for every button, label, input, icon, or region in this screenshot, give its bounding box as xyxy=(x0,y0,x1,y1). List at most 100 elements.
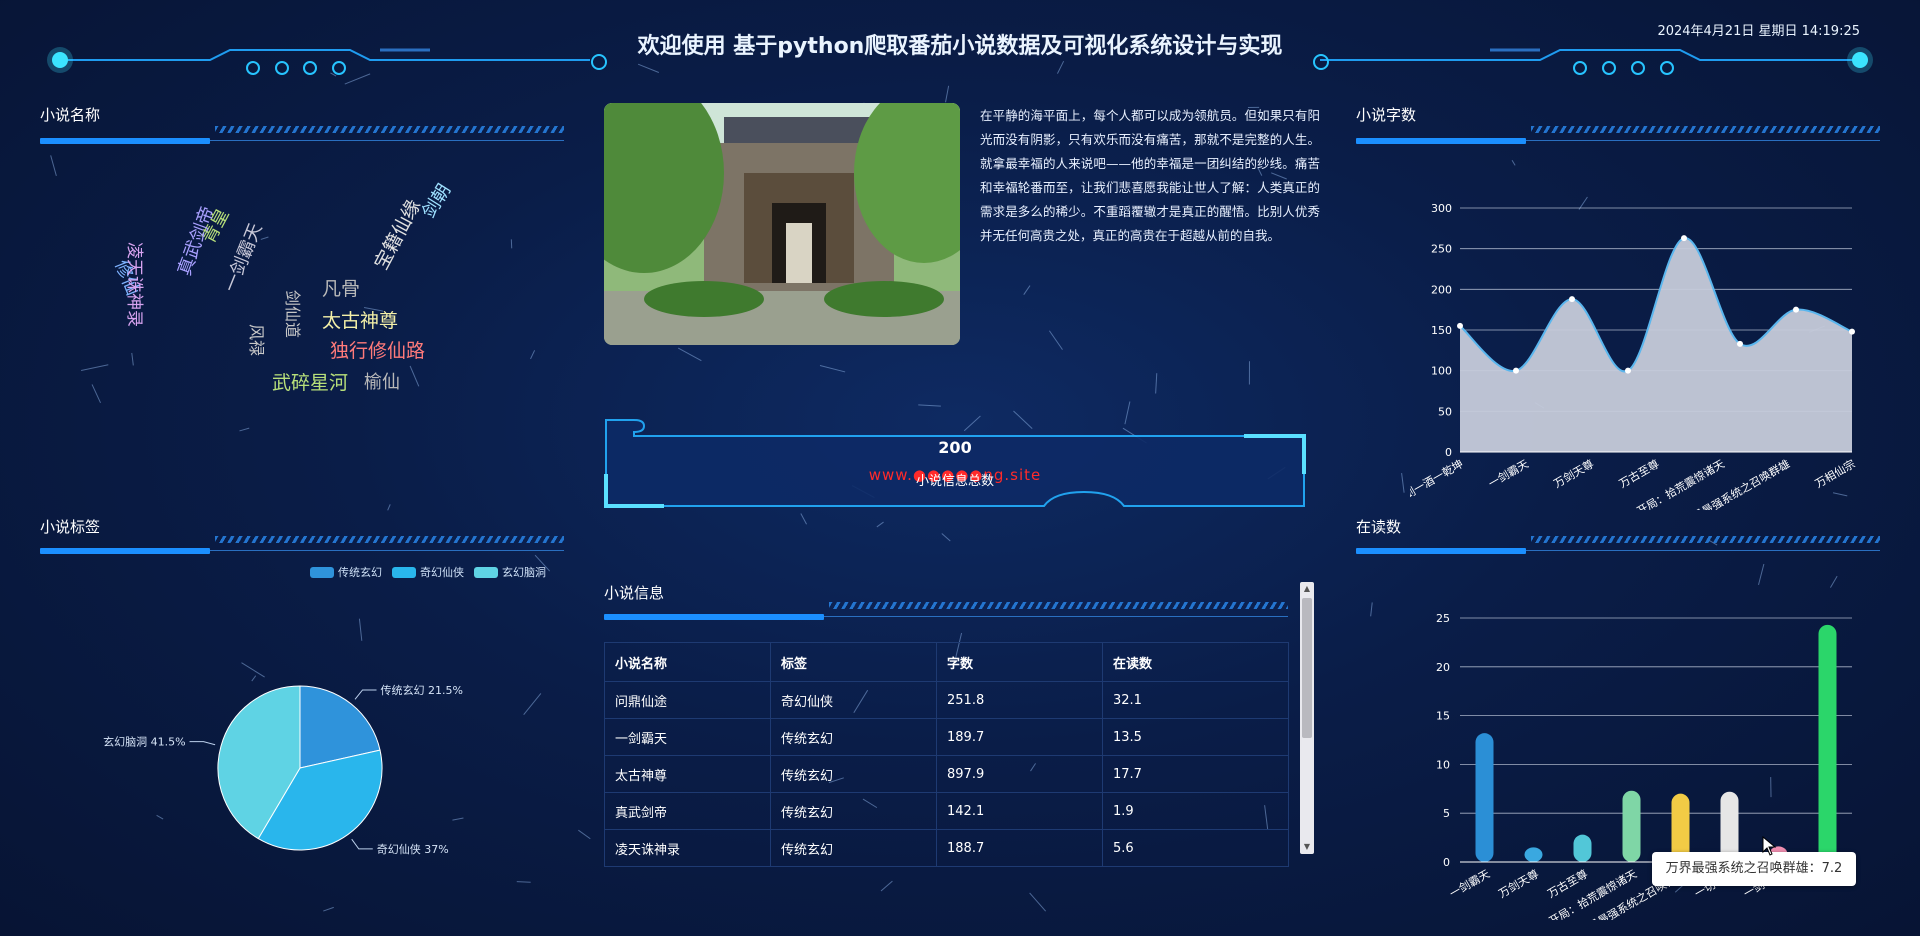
table-cell: 问鼎仙途 xyxy=(604,681,771,719)
legend-swatch xyxy=(474,566,498,578)
wordcloud-word[interactable]: 武碎星河 xyxy=(272,374,348,393)
y-tick-label: 5 xyxy=(1443,807,1450,820)
y-tick-label: 250 xyxy=(1431,243,1452,256)
table-cell: 1.9 xyxy=(1102,792,1289,830)
table-row[interactable]: 太古神尊 传统玄幻 897.9 17.7 xyxy=(604,755,1289,793)
wordcloud-word[interactable]: 凌天诛神录 xyxy=(124,242,144,327)
panel-title-divider xyxy=(1356,124,1880,144)
wordcloud-word[interactable]: 太古神尊 xyxy=(322,312,398,331)
area-fill xyxy=(1460,237,1852,452)
panel-title-divider xyxy=(1356,534,1880,554)
y-tick-label: 150 xyxy=(1431,324,1452,337)
legend-label: 传统玄幻 xyxy=(338,566,382,579)
table-cell: 传统玄幻 xyxy=(770,829,937,867)
table-row[interactable]: 一剑霸天 传统玄幻 189.7 13.5 xyxy=(604,718,1289,756)
x-tick-label: 万剑天尊 xyxy=(1551,456,1596,490)
table-cell: 传统玄幻 xyxy=(770,792,937,830)
area-point[interactable] xyxy=(1457,322,1463,329)
bar[interactable] xyxy=(1475,733,1494,862)
table-cell: 传统玄幻 xyxy=(770,755,937,793)
area-point[interactable] xyxy=(1793,306,1799,313)
scroll-up-icon[interactable]: ▲ xyxy=(1303,585,1311,593)
column-header: 小说名称 xyxy=(604,642,771,682)
area-point[interactable] xyxy=(1849,328,1855,335)
table-header-row: 小说名称 标签 字数 在读数 xyxy=(604,642,1289,682)
table-cell: 5.6 xyxy=(1102,829,1289,867)
pie-legend: 传统玄幻 奇幻仙侠 玄幻脑洞 xyxy=(310,564,570,580)
legend-item[interactable]: 奇幻仙侠 xyxy=(392,564,464,580)
y-tick-label: 300 xyxy=(1431,202,1452,215)
y-tick-label: 25 xyxy=(1436,612,1450,625)
y-tick-label: 0 xyxy=(1443,856,1450,869)
table-cell: 传统玄幻 xyxy=(770,718,937,756)
area-point[interactable] xyxy=(1681,235,1687,242)
wordcloud-word[interactable]: 宝籍仙缘 xyxy=(370,196,425,273)
area-point[interactable] xyxy=(1625,367,1631,374)
pie-label-line xyxy=(354,689,377,700)
count-value: 200 xyxy=(938,438,972,457)
tag-pie-chart: 传统玄幻 21.5% 奇幻仙侠 37% 玄幻脑洞 41.5% xyxy=(103,683,463,856)
panel-title-divider xyxy=(604,600,1288,620)
x-tick-label: 万剑天尊 xyxy=(1496,866,1541,900)
column-header: 字数 xyxy=(936,642,1103,682)
chart-tooltip: 万界最强系统之召唤群雄：7.2 xyxy=(1652,852,1856,886)
column-header: 标签 xyxy=(770,642,937,682)
wordcloud-word[interactable]: 一剑霸天 xyxy=(220,220,266,295)
wordcloud-word[interactable]: 凡骨 xyxy=(322,280,360,299)
legend-swatch xyxy=(310,566,334,578)
table-row[interactable]: 凌天诛神录 传统玄幻 188.7 5.6 xyxy=(604,829,1289,867)
legend-label: 玄幻脑洞 xyxy=(502,566,546,579)
panel-title-novel-words: 小说字数 xyxy=(1356,106,1417,124)
pie-label: 传统玄幻 21.5% xyxy=(381,683,463,697)
table-cell: 太古神尊 xyxy=(604,755,771,793)
x-tick-label: 一剑霸天 xyxy=(1486,456,1531,490)
table-cell: 一剑霸天 xyxy=(604,718,771,756)
datetime-display: 2024年4月21日 星期日 14:19:25 xyxy=(1657,24,1860,39)
count-label: 小说信息总数 xyxy=(915,474,994,489)
wordcloud-word[interactable]: 独行修仙路 xyxy=(330,342,425,361)
x-tick-label: 一剑一酒一乾坤 xyxy=(1410,456,1466,507)
x-tick-label: 万相仙宗 xyxy=(1812,456,1857,490)
table-cell: 17.7 xyxy=(1102,755,1289,793)
y-tick-label: 50 xyxy=(1438,405,1452,418)
bar[interactable] xyxy=(1573,834,1592,862)
wordcloud-word[interactable]: 剑朝 xyxy=(418,180,455,222)
page-title: 欢迎使用 基于python爬取番茄小说数据及可视化系统设计与实现 xyxy=(637,34,1283,59)
wordcloud-word[interactable]: 榆仙 xyxy=(364,374,400,392)
legend-item[interactable]: 玄幻脑洞 xyxy=(474,564,546,580)
table-cell: 13.5 xyxy=(1102,718,1289,756)
pie-label-line xyxy=(189,741,216,746)
word-count-area-chart: 050100150200250300一剑一酒一乾坤 一剑霸天 万剑天尊 万古至尊开局：… xyxy=(1410,202,1858,510)
table-cell: 189.7 xyxy=(936,718,1103,756)
wordcloud-word[interactable]: 剑仙道 xyxy=(283,290,302,338)
intro-paragraph: 在平静的海平面上，每个人都可以成为领航员。但如果只有阳光而没有阴影，只有欢乐而没… xyxy=(980,108,1320,243)
y-tick-label: 20 xyxy=(1436,661,1450,674)
pie-label: 奇幻仙侠 37% xyxy=(377,843,449,856)
mouse-cursor-icon xyxy=(1762,836,1776,856)
area-point[interactable] xyxy=(1737,340,1743,347)
count-box-frame xyxy=(604,419,1306,508)
legend-label: 奇幻仙侠 xyxy=(420,566,464,579)
scroll-down-icon[interactable]: ▼ xyxy=(1303,843,1311,851)
x-tick-label: 万古至尊 xyxy=(1616,456,1661,490)
table-cell: 奇幻仙侠 xyxy=(770,681,937,719)
table-cell: 凌天诛神录 xyxy=(604,829,771,867)
area-point[interactable] xyxy=(1569,296,1575,303)
wordcloud-word[interactable]: 风禄 xyxy=(247,324,266,356)
y-tick-label: 0 xyxy=(1445,446,1452,459)
table-row[interactable]: 真武剑帝 传统玄幻 142.1 1.9 xyxy=(604,792,1289,830)
x-tick-label: 一剑霸天 xyxy=(1447,866,1492,900)
bar[interactable] xyxy=(1818,624,1837,862)
feature-photo xyxy=(604,103,960,345)
area-point[interactable] xyxy=(1513,367,1519,374)
pie-label-line xyxy=(351,838,373,850)
panel-title-divider xyxy=(40,124,564,144)
scrollbar-thumb[interactable] xyxy=(1302,598,1312,738)
legend-item[interactable]: 传统玄幻 xyxy=(310,564,382,580)
bar[interactable] xyxy=(1524,847,1543,862)
bar[interactable] xyxy=(1622,790,1641,862)
column-header: 在读数 xyxy=(1102,642,1289,682)
y-tick-label: 200 xyxy=(1431,283,1452,296)
table-row[interactable]: 问鼎仙途 奇幻仙侠 251.8 32.1 xyxy=(604,681,1289,719)
table-cell: 真武剑帝 xyxy=(604,792,771,830)
